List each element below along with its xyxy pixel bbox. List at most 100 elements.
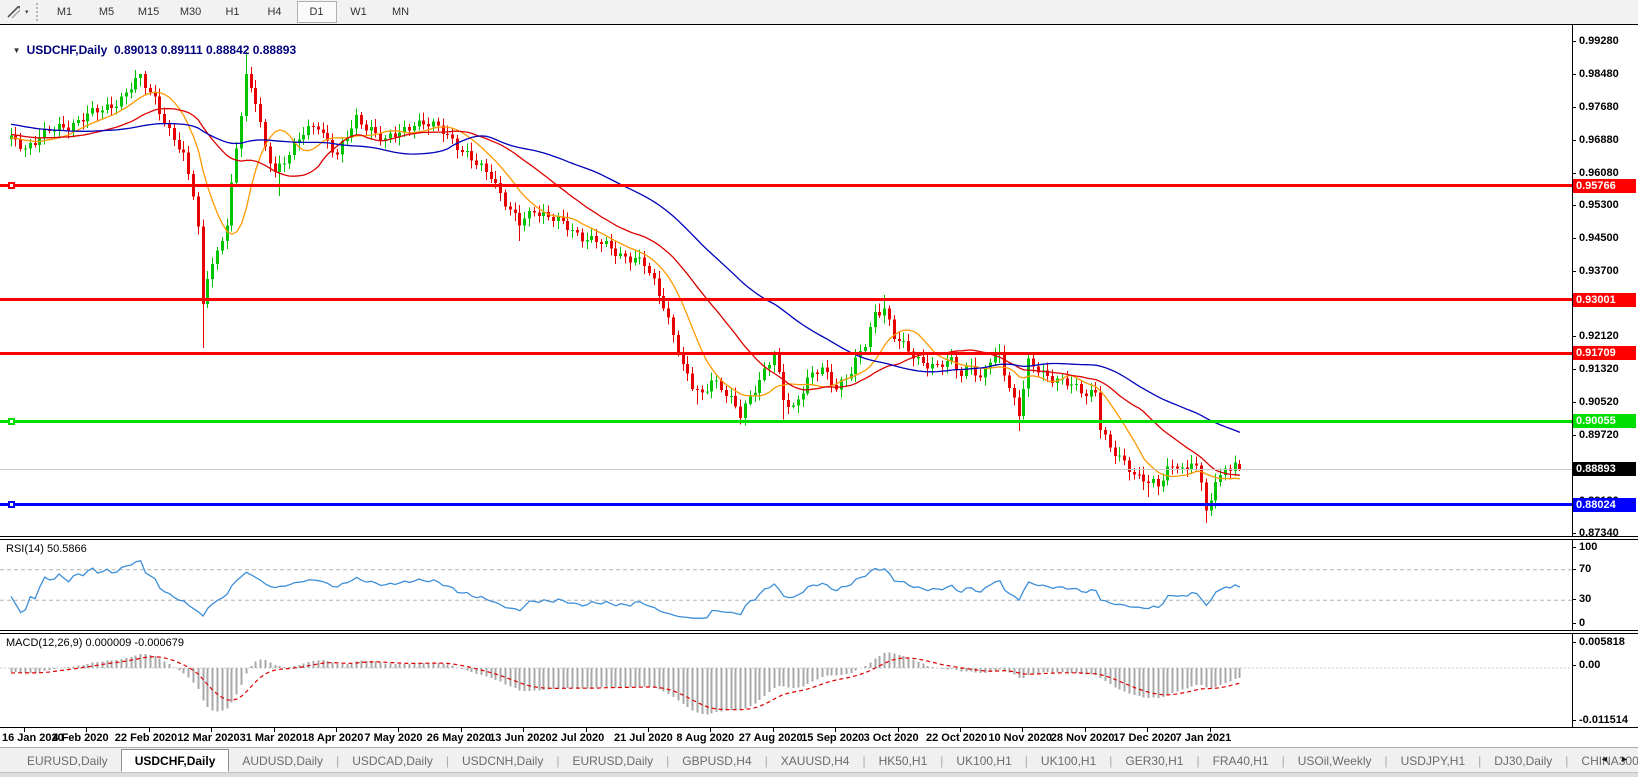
- price-tick-label: 0.97680: [1579, 101, 1637, 113]
- price-tick-mark: [1572, 435, 1576, 436]
- macd-tick-mark: [1572, 642, 1576, 643]
- timeframe-button-m15[interactable]: M15: [129, 1, 169, 23]
- symbol-tab-uk100-h1[interactable]: UK100,H1: [1028, 749, 1109, 772]
- price-chart-canvas: [0, 25, 1572, 536]
- price-tick-label: 0.98480: [1579, 68, 1637, 80]
- date-tick-label: 8 Aug 2020: [676, 732, 734, 744]
- symbol-tab-usoil-weekly[interactable]: USOil,Weekly: [1285, 749, 1385, 772]
- price-tick-mark: [1572, 533, 1576, 534]
- date-tick-label: 17 Dec 2020: [1113, 732, 1176, 744]
- level-handle[interactable]: [8, 418, 15, 425]
- price-level-line-0.88024[interactable]: [0, 503, 1572, 506]
- symbol-tab-fra40-h1[interactable]: FRA40,H1: [1200, 749, 1282, 772]
- macd-tick-label: 0.005818: [1579, 636, 1637, 648]
- date-tick-label: 18 Apr 2020: [302, 732, 363, 744]
- macd-histogram: [12, 652, 1240, 714]
- rsi-pane[interactable]: [0, 540, 1572, 630]
- timeframe-button-mn[interactable]: MN: [381, 1, 421, 23]
- price-tick-label: 0.95300: [1579, 199, 1637, 211]
- date-tick-label: 13 Jun 2020: [489, 732, 551, 744]
- date-axis: 16 Jan 20204 Feb 202022 Feb 202012 Mar 2…: [0, 728, 1638, 747]
- price-pane[interactable]: [0, 25, 1572, 536]
- symbol-tab-audusd-daily[interactable]: AUDUSD,Daily: [229, 749, 336, 772]
- symbol-tab-usdcad-daily[interactable]: USDCAD,Daily: [339, 749, 446, 772]
- timeframe-button-m5[interactable]: M5: [87, 1, 127, 23]
- price-tick-label: 0.92120: [1579, 330, 1637, 342]
- macd-tick-label: -0.011514: [1579, 714, 1637, 726]
- price-tick-mark: [1572, 336, 1576, 337]
- date-tick-label: 26 May 2020: [427, 732, 491, 744]
- symbol-tab-ger30-h1[interactable]: GER30,H1: [1112, 749, 1196, 772]
- date-tick-label: 21 Jul 2020: [614, 732, 673, 744]
- price-tick-label: 0.91320: [1579, 363, 1637, 375]
- price-level-badge: 0.91709: [1573, 346, 1636, 360]
- macd-canvas: [0, 634, 1572, 727]
- level-handle[interactable]: [8, 182, 15, 189]
- price-tick-mark: [1572, 107, 1576, 108]
- timeframe-button-h1[interactable]: H1: [213, 1, 253, 23]
- price-tick-mark: [1572, 402, 1576, 403]
- price-tick-mark: [1572, 369, 1576, 370]
- rsi-label: RSI(14) 50.5866: [6, 543, 87, 555]
- rsi-tick-label: 100: [1579, 541, 1637, 553]
- price-level-line-0.90055[interactable]: [0, 420, 1572, 423]
- current-price-line: [0, 469, 1572, 470]
- toolbar-grip: [36, 3, 38, 21]
- macd-tick-mark: [1572, 720, 1576, 721]
- symbol-dropdown-icon[interactable]: ▼: [13, 46, 21, 55]
- rsi-tick-mark: [1572, 599, 1576, 600]
- symbol-tab-xauusd-h4[interactable]: XAUUSD,H4: [768, 749, 863, 772]
- date-tick-label: 4 Feb 2020: [52, 732, 108, 744]
- tabbar-footer: [0, 772, 1638, 777]
- date-tick-label: 10 Nov 2020: [988, 732, 1052, 744]
- timeframe-button-group: M1M5M15M30H1H4D1W1MN: [44, 1, 422, 23]
- timeframe-button-d1[interactable]: D1: [297, 1, 337, 23]
- symbol-tab-eurusd-daily[interactable]: EURUSD,Daily: [14, 749, 121, 772]
- price-tick-label: 0.94500: [1579, 232, 1637, 244]
- rsi-canvas: [0, 540, 1572, 630]
- symbol-tab-eurusd-daily[interactable]: EURUSD,Daily: [559, 749, 666, 772]
- price-level-badge: 0.95766: [1573, 179, 1636, 193]
- macd-tick-label: 0.00: [1579, 659, 1637, 671]
- symbol-tab-dj30-daily[interactable]: DJ30,Daily: [1481, 749, 1565, 772]
- date-tick-label: 22 Oct 2020: [926, 732, 987, 744]
- date-tick-label: 7 May 2020: [364, 732, 422, 744]
- symbol-tab-hk50-h1[interactable]: HK50,H1: [866, 749, 941, 772]
- tool-dropdown-caret: ▾: [25, 8, 29, 16]
- date-tick-label: 28 Nov 2020: [1051, 732, 1115, 744]
- timeframe-button-h4[interactable]: H4: [255, 1, 295, 23]
- symbol-tab-gbpusd-h4[interactable]: GBPUSD,H4: [669, 749, 764, 772]
- tab-scroll-left-icon[interactable]: ◄: [1600, 754, 1609, 764]
- date-tick-label: 15 Sep 2020: [801, 732, 864, 744]
- macd-label: MACD(12,26,9) 0.000009 -0.000679: [6, 637, 184, 649]
- price-tick-mark: [1572, 238, 1576, 239]
- date-tick-label: 27 Aug 2020: [739, 732, 803, 744]
- draw-lines-tool-button[interactable]: ▾: [3, 2, 32, 22]
- symbol-tab-usdjpy-h1[interactable]: USDJPY,H1: [1388, 749, 1478, 772]
- timeframe-button-m30[interactable]: M30: [171, 1, 211, 23]
- timeframe-button-m1[interactable]: M1: [45, 1, 85, 23]
- price-tick-label: 0.99280: [1579, 35, 1637, 47]
- rsi-tick-label: 0: [1579, 617, 1637, 629]
- tab-scroll-right-icon[interactable]: ►: [1620, 754, 1629, 764]
- timeframe-button-w1[interactable]: W1: [339, 1, 379, 23]
- macd-pane[interactable]: [0, 634, 1572, 727]
- rsi-tick-label: 30: [1579, 593, 1637, 605]
- price-level-badge: 0.90055: [1573, 414, 1636, 428]
- price-level-line-0.93001[interactable]: [0, 298, 1572, 301]
- price-tick-label: 0.93700: [1579, 265, 1637, 277]
- level-handle[interactable]: [8, 501, 15, 508]
- draw-lines-icon: [6, 4, 22, 20]
- date-tick-label: 12 Mar 2020: [177, 732, 239, 744]
- symbol-tab-usdcnh-daily[interactable]: USDCNH,Daily: [449, 749, 556, 772]
- tab-strip: EURUSD,DailyUSDCHF,DailyAUDUSD,Daily|USD…: [14, 749, 1638, 772]
- price-tick-mark: [1572, 173, 1576, 174]
- date-tick-label: 31 Mar 2020: [240, 732, 302, 744]
- symbol-tab-uk100-h1[interactable]: UK100,H1: [943, 749, 1024, 772]
- symbol-tab-usdchf-daily[interactable]: USDCHF,Daily: [121, 749, 230, 772]
- price-level-line-0.95766[interactable]: [0, 184, 1572, 187]
- price-tick-label: 0.90520: [1579, 396, 1637, 408]
- price-level-line-0.91709[interactable]: [0, 352, 1572, 355]
- date-tick-label: 2 Jul 2020: [552, 732, 605, 744]
- rsi-tick-mark: [1572, 547, 1576, 548]
